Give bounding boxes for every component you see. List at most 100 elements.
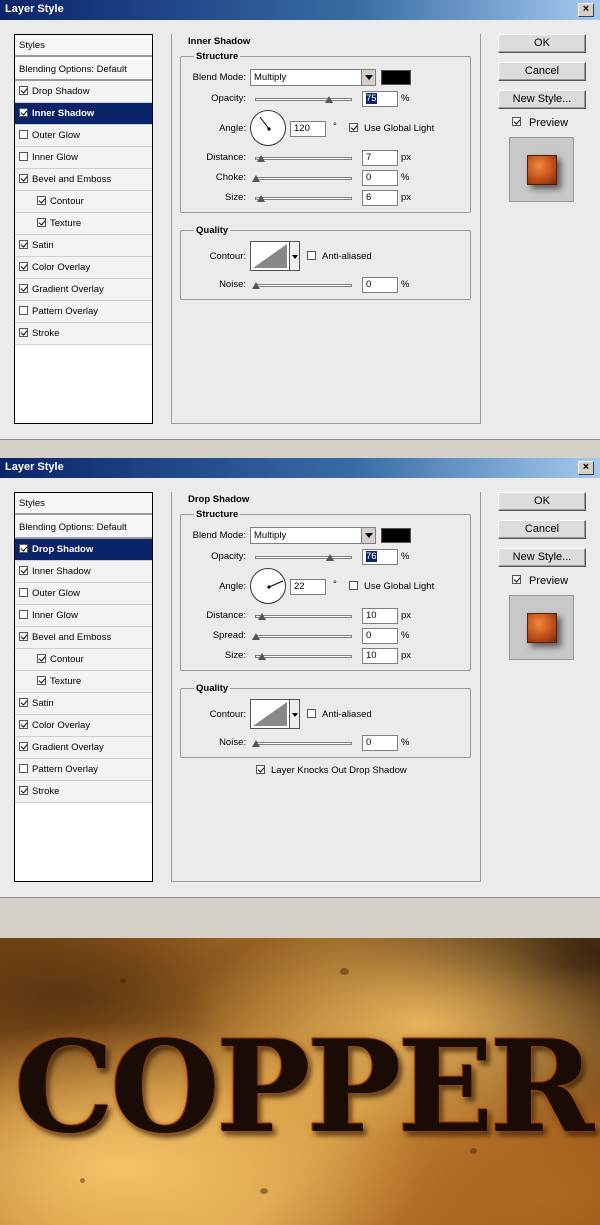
style-item-checkbox[interactable] bbox=[19, 587, 28, 597]
style-item-satin[interactable]: Satin bbox=[15, 693, 152, 715]
distance-slider-thumb[interactable] bbox=[257, 155, 265, 162]
angle-input[interactable]: 22 bbox=[290, 579, 326, 595]
style-item-inner-glow[interactable]: Inner Glow bbox=[15, 605, 152, 627]
opacity-input[interactable]: 76 bbox=[362, 549, 398, 565]
style-item-checkbox[interactable] bbox=[37, 217, 46, 227]
style-item-stroke[interactable]: Stroke bbox=[15, 781, 152, 803]
shadow-color-swatch[interactable] bbox=[381, 70, 411, 85]
style-item-gradient-overlay[interactable]: Gradient Overlay bbox=[15, 737, 152, 759]
distance-input[interactable]: 7 bbox=[362, 150, 398, 166]
close-button[interactable]: × bbox=[578, 461, 594, 475]
cancel-button[interactable]: Cancel bbox=[498, 62, 586, 81]
style-item-checkbox[interactable] bbox=[19, 697, 28, 707]
angle-input[interactable]: 120 bbox=[290, 121, 326, 137]
use-global-light-checkbox[interactable] bbox=[349, 581, 358, 590]
styles-header[interactable]: Styles bbox=[15, 35, 152, 57]
angle-dial[interactable] bbox=[250, 568, 286, 604]
size-slider[interactable] bbox=[255, 653, 352, 660]
ok-button[interactable]: OK bbox=[498, 492, 586, 511]
size-slider-thumb[interactable] bbox=[257, 195, 265, 202]
style-item-checkbox[interactable] bbox=[19, 719, 28, 729]
style-item-checkbox[interactable] bbox=[19, 565, 28, 575]
opacity-slider[interactable] bbox=[255, 554, 352, 561]
size-input[interactable]: 10 bbox=[362, 648, 398, 664]
style-item-checkbox[interactable] bbox=[19, 173, 28, 183]
opacity-slider[interactable] bbox=[255, 96, 352, 103]
style-item-checkbox[interactable] bbox=[37, 195, 46, 205]
size-input[interactable]: 6 bbox=[362, 190, 398, 206]
anti-aliased-checkbox[interactable] bbox=[307, 251, 316, 260]
cancel-button[interactable]: Cancel bbox=[498, 520, 586, 539]
blending-options-item[interactable]: Blending Options: Default bbox=[15, 59, 152, 81]
anti-aliased-checkbox[interactable] bbox=[307, 709, 316, 718]
choke-input[interactable]: 0 bbox=[362, 170, 398, 186]
style-item-checkbox[interactable] bbox=[19, 151, 28, 161]
distance-slider[interactable] bbox=[255, 613, 352, 620]
distance-slider-thumb[interactable] bbox=[258, 613, 266, 620]
style-item-checkbox[interactable] bbox=[19, 129, 28, 139]
style-item-inner-glow[interactable]: Inner Glow bbox=[15, 147, 152, 169]
close-button[interactable]: × bbox=[578, 3, 594, 17]
distance-input[interactable]: 10 bbox=[362, 608, 398, 624]
style-item-checkbox[interactable] bbox=[19, 261, 28, 271]
choke-slider[interactable] bbox=[252, 175, 352, 182]
angle-dial[interactable] bbox=[250, 110, 286, 146]
style-item-color-overlay[interactable]: Color Overlay bbox=[15, 257, 152, 279]
style-item-checkbox[interactable] bbox=[19, 327, 28, 337]
style-item-gradient-overlay[interactable]: Gradient Overlay bbox=[15, 279, 152, 301]
style-item-checkbox[interactable] bbox=[19, 785, 28, 795]
style-item-checkbox[interactable] bbox=[19, 609, 28, 619]
choke-slider-thumb[interactable] bbox=[252, 175, 260, 182]
style-item-checkbox[interactable] bbox=[37, 675, 46, 685]
style-item-outer-glow[interactable]: Outer Glow bbox=[15, 125, 152, 147]
spread-slider-thumb[interactable] bbox=[252, 633, 260, 640]
noise-input[interactable]: 0 bbox=[362, 735, 398, 751]
style-item-drop-shadow[interactable]: Drop Shadow bbox=[15, 539, 152, 561]
styles-header[interactable]: Styles bbox=[15, 493, 152, 515]
contour-picker[interactable] bbox=[250, 699, 290, 729]
style-item-checkbox[interactable] bbox=[19, 305, 28, 315]
contour-dropdown[interactable] bbox=[290, 699, 300, 729]
noise-slider[interactable] bbox=[252, 740, 352, 747]
noise-slider-thumb[interactable] bbox=[252, 282, 260, 289]
style-item-color-overlay[interactable]: Color Overlay bbox=[15, 715, 152, 737]
style-item-checkbox[interactable] bbox=[19, 239, 28, 249]
style-item-pattern-overlay[interactable]: Pattern Overlay bbox=[15, 759, 152, 781]
style-item-checkbox[interactable] bbox=[19, 631, 28, 641]
style-item-contour[interactable]: Contour bbox=[15, 649, 152, 671]
spread-input[interactable]: 0 bbox=[362, 628, 398, 644]
layer-knocks-out-checkbox[interactable] bbox=[256, 765, 265, 774]
style-item-satin[interactable]: Satin bbox=[15, 235, 152, 257]
style-item-bevel-and-emboss[interactable]: Bevel and Emboss bbox=[15, 627, 152, 649]
noise-slider[interactable] bbox=[252, 282, 352, 289]
contour-dropdown[interactable] bbox=[290, 241, 300, 271]
style-item-checkbox[interactable] bbox=[37, 653, 46, 663]
spread-slider[interactable] bbox=[252, 633, 352, 640]
style-item-inner-shadow[interactable]: Inner Shadow bbox=[15, 561, 152, 583]
noise-slider-thumb[interactable] bbox=[252, 740, 260, 747]
style-item-checkbox[interactable] bbox=[19, 283, 28, 293]
distance-slider[interactable] bbox=[255, 155, 352, 162]
style-item-bevel-and-emboss[interactable]: Bevel and Emboss bbox=[15, 169, 152, 191]
ok-button[interactable]: OK bbox=[498, 34, 586, 53]
style-item-outer-glow[interactable]: Outer Glow bbox=[15, 583, 152, 605]
new-style-button[interactable]: New Style... bbox=[498, 548, 586, 567]
style-item-checkbox[interactable] bbox=[19, 107, 28, 117]
size-slider-thumb[interactable] bbox=[258, 653, 266, 660]
style-item-pattern-overlay[interactable]: Pattern Overlay bbox=[15, 301, 152, 323]
preview-checkbox[interactable] bbox=[512, 117, 521, 126]
style-item-inner-shadow[interactable]: Inner Shadow bbox=[15, 103, 152, 125]
style-item-checkbox[interactable] bbox=[19, 763, 28, 773]
new-style-button[interactable]: New Style... bbox=[498, 90, 586, 109]
style-item-checkbox[interactable] bbox=[19, 85, 28, 95]
style-item-stroke[interactable]: Stroke bbox=[15, 323, 152, 345]
style-item-texture[interactable]: Texture bbox=[15, 213, 152, 235]
contour-picker[interactable] bbox=[250, 241, 290, 271]
blend-mode-select[interactable]: Multiply bbox=[250, 527, 376, 544]
style-item-drop-shadow[interactable]: Drop Shadow bbox=[15, 81, 152, 103]
shadow-color-swatch[interactable] bbox=[381, 528, 411, 543]
style-item-contour[interactable]: Contour bbox=[15, 191, 152, 213]
opacity-input[interactable]: 75 bbox=[362, 91, 398, 107]
use-global-light-checkbox[interactable] bbox=[349, 123, 358, 132]
noise-input[interactable]: 0 bbox=[362, 277, 398, 293]
